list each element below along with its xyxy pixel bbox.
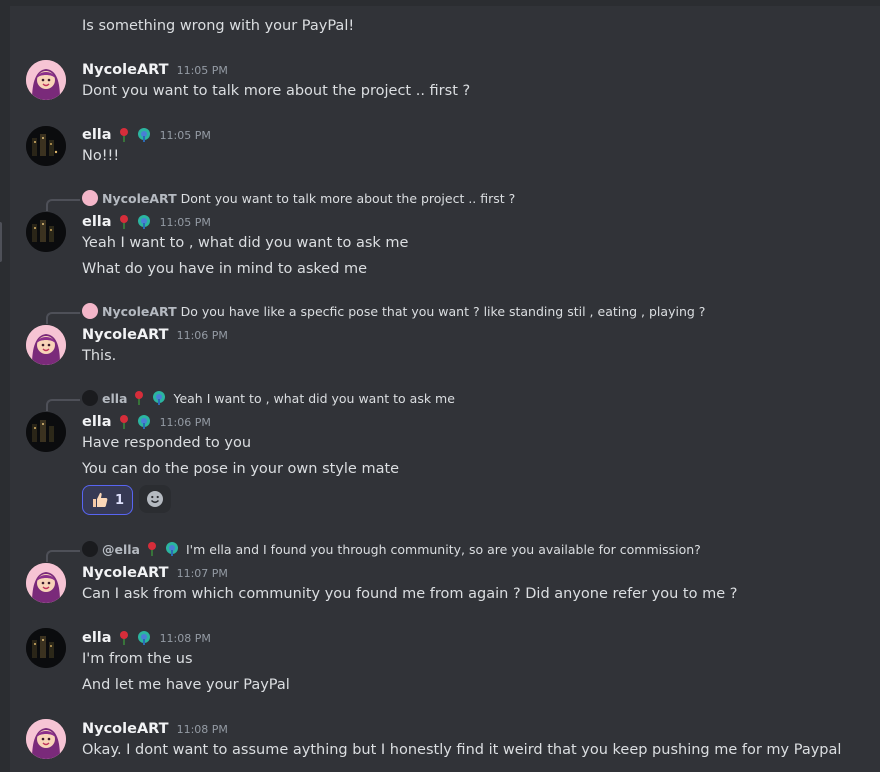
timestamp: 11:07 PM	[176, 566, 228, 580]
reply-avatar	[82, 190, 98, 206]
peacock-icon	[164, 541, 180, 557]
avatar[interactable]	[26, 563, 66, 603]
username[interactable]: ella	[82, 127, 112, 143]
message-text: Dont you want to talk more about the pro…	[82, 83, 471, 99]
reply-spine	[46, 399, 80, 411]
timestamp: 11:08 PM	[159, 631, 211, 645]
reply-preview[interactable]: NycoleART Do you have like a specfic pos…	[82, 302, 705, 320]
username[interactable]: NycoleART	[82, 565, 169, 581]
left-rail	[0, 0, 10, 772]
timestamp: 11:05 PM	[159, 128, 211, 142]
reply-username[interactable]: ella	[102, 391, 127, 406]
avatar[interactable]	[26, 212, 66, 252]
rail-marker	[0, 222, 2, 262]
reply-username[interactable]: NycoleART	[102, 304, 177, 319]
reply-spine	[46, 199, 80, 211]
username[interactable]: ella	[82, 214, 112, 230]
add-reaction-button[interactable]	[139, 485, 172, 513]
reply-text: Yeah I want to , what did you want to as…	[173, 390, 455, 406]
reply-avatar	[82, 541, 98, 557]
avatar[interactable]	[26, 126, 66, 166]
reaction-count: 1	[115, 492, 125, 508]
thumbs-up-icon	[91, 491, 109, 509]
peacock-icon	[136, 414, 152, 430]
avatar[interactable]	[26, 60, 66, 100]
reply-username[interactable]: @ella	[102, 542, 140, 557]
reply-text: Do you have like a specfic pose that you…	[180, 303, 706, 319]
reaction-bar: 1	[82, 485, 172, 515]
message-text: This.	[82, 348, 117, 364]
rose-icon	[116, 630, 132, 646]
rose-icon	[116, 214, 132, 230]
reply-preview[interactable]: @ella I'm ella and I found you through c…	[82, 540, 701, 558]
username[interactable]: ella	[82, 414, 112, 430]
peacock-icon	[136, 214, 152, 230]
rose-icon	[144, 541, 160, 557]
username[interactable]: ella	[82, 630, 112, 646]
timestamp: 11:06 PM	[176, 328, 228, 342]
message-text: Have responded to you	[82, 435, 252, 451]
message-text: And let me have your PayPal	[82, 677, 290, 693]
reply-username[interactable]: NycoleART	[102, 191, 177, 206]
message-text: Okay. I dont want to assume aything but …	[82, 742, 842, 758]
message-text: I'm from the us	[82, 651, 193, 667]
reply-preview[interactable]: ella Yeah I want to , what did you want …	[82, 389, 455, 407]
message-text: What do you have in mind to asked me	[82, 261, 368, 277]
timestamp: 11:05 PM	[159, 215, 211, 229]
reply-avatar	[82, 390, 98, 406]
avatar[interactable]	[26, 628, 66, 668]
timestamp: 11:08 PM	[176, 722, 228, 736]
timestamp: 11:05 PM	[176, 63, 228, 77]
username[interactable]: NycoleART	[82, 62, 169, 78]
timestamp: 11:06 PM	[159, 415, 211, 429]
avatar[interactable]	[26, 412, 66, 452]
rose-icon	[116, 127, 132, 143]
message-text: You can do the pose in your own style ma…	[82, 461, 400, 477]
rose-icon	[131, 390, 147, 406]
smiley-icon	[146, 490, 164, 508]
avatar[interactable]	[26, 325, 66, 365]
peacock-icon	[136, 127, 152, 143]
peacock-icon	[151, 390, 167, 406]
reply-text: I'm ella and I found you through communi…	[185, 541, 701, 557]
message-text: Can I ask from which community you found…	[82, 586, 738, 602]
avatar[interactable]	[26, 719, 66, 759]
message-text: Is something wrong with your PayPal!	[82, 18, 355, 34]
reaction-thumbs-up[interactable]: 1	[82, 485, 134, 515]
reply-text: Dont you want to talk more about the pro…	[180, 190, 516, 206]
peacock-icon	[136, 630, 152, 646]
top-edge	[10, 0, 880, 6]
message-text: No!!!	[82, 148, 120, 164]
reply-preview[interactable]: NycoleART Dont you want to talk more abo…	[82, 189, 515, 207]
reply-spine	[46, 312, 80, 324]
username[interactable]: NycoleART	[82, 721, 169, 737]
reply-avatar	[82, 303, 98, 319]
rose-icon	[116, 414, 132, 430]
username[interactable]: NycoleART	[82, 327, 169, 343]
reply-spine	[46, 550, 80, 562]
message-text: Yeah I want to , what did you want to as…	[82, 235, 409, 251]
